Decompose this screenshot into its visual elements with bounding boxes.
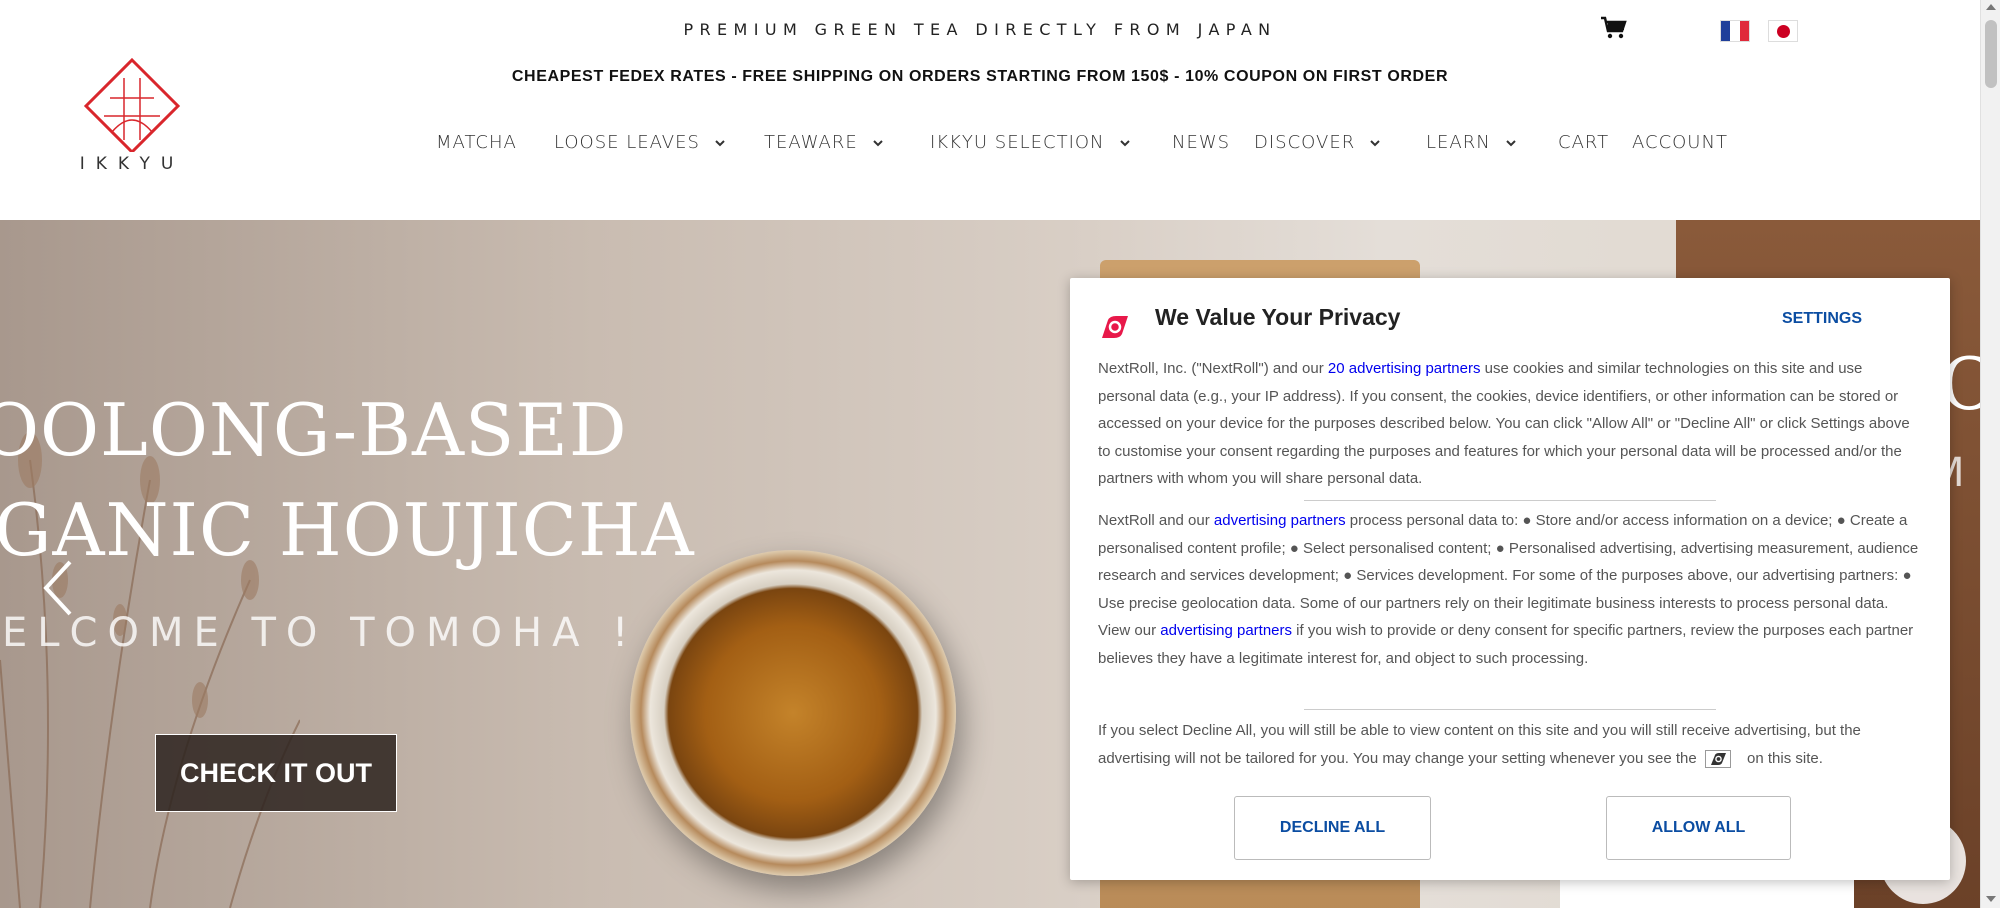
page: PREMIUM GREEN TEA DIRECTLY FROM JAPAN CH… <box>0 0 2000 908</box>
nav-item-teaware[interactable]: TEAWARE <box>764 132 884 153</box>
nav-item-loose-leaves[interactable]: LOOSE LEAVES <box>554 132 726 153</box>
shipping-promo-banner: CHEAPEST FEDEX RATES - FREE SHIPPING ON … <box>511 68 1449 85</box>
cart-icon[interactable] <box>1600 16 1628 40</box>
flag-france-icon[interactable] <box>1720 20 1750 42</box>
chevron-down-icon <box>1370 139 1380 146</box>
page-scrollbar[interactable] <box>1980 0 2000 908</box>
scroll-down-icon[interactable] <box>1986 896 1996 902</box>
hero-headline-line1: OOLONG-BASED <box>0 388 628 472</box>
divider <box>1304 500 1716 501</box>
nav-item-discover[interactable]: DISCOVER <box>1254 132 1381 153</box>
text-fragment: use cookies and similar technologies on … <box>1098 360 1910 487</box>
ikkyu-logo[interactable]: IKKYU <box>72 56 192 176</box>
nav-item-label: MATCHA <box>436 132 517 153</box>
nav-item-cart[interactable]: CART <box>1558 132 1609 153</box>
header-tagline: PREMIUM GREEN TEA DIRECTLY FROM JAPAN <box>683 20 1277 39</box>
nav-item-news[interactable]: NEWS <box>1172 132 1230 153</box>
scroll-up-icon[interactable] <box>1986 4 1996 10</box>
nav-item-account[interactable]: ACCOUNT <box>1632 132 1728 153</box>
consent-paragraph-intro: NextRoll, Inc. ("NextRoll") and our 20 a… <box>1098 355 1924 493</box>
advertising-partners-count-link[interactable]: 20 advertising partners <box>1328 360 1481 377</box>
text-fragment: on this site. <box>1742 749 1823 767</box>
nav-item-matcha[interactable]: MATCHA <box>436 132 517 153</box>
chevron-down-icon <box>715 139 725 146</box>
decline-all-button[interactable]: DECLINE ALL <box>1234 796 1431 860</box>
advertising-partners-link[interactable]: advertising partners <box>1214 512 1346 529</box>
nav-item-ikkyu-selection[interactable]: IKKYU SELECTION <box>930 132 1131 153</box>
hero-subheadline: ELCOME TO TOMOHA ! <box>2 610 639 656</box>
divider <box>1304 709 1716 710</box>
scrollbar-thumb[interactable] <box>1985 20 1997 88</box>
logo-text: IKKYU <box>79 154 185 174</box>
text-fragment: NextRoll and our <box>1098 512 1214 529</box>
nav-item-label: DISCOVER <box>1254 132 1356 153</box>
privacy-consent-dialog: We Value Your Privacy SETTINGS NextRoll,… <box>1070 278 1950 880</box>
nav-item-label: CART <box>1558 132 1610 153</box>
consent-paragraph-purposes: NextRoll and our advertising partners pr… <box>1098 507 1924 672</box>
nav-item-label: LEARN <box>1426 132 1491 153</box>
site-header: PREMIUM GREEN TEA DIRECTLY FROM JAPAN CH… <box>0 0 1980 220</box>
chevron-down-icon <box>873 139 883 146</box>
settings-button[interactable]: SETTINGS <box>1782 310 1862 328</box>
advertising-partners-link-2[interactable]: advertising partners <box>1160 622 1292 639</box>
chevron-down-icon <box>1505 139 1516 146</box>
chevron-down-icon <box>1119 139 1130 146</box>
ikkyu-logo-mark-icon <box>83 57 181 152</box>
nav-item-label: LOOSE LEAVES <box>554 132 700 153</box>
nav-item-label: IKKYU SELECTION <box>930 132 1105 153</box>
check-it-out-button[interactable]: CHECK IT OUT <box>155 734 397 812</box>
nav-item-label: TEAWARE <box>764 132 858 153</box>
consent-paragraph-decline-info: If you select Decline All, you will stil… <box>1098 717 1924 772</box>
text-fragment: NextRoll, Inc. ("NextRoll") and our <box>1098 360 1328 377</box>
slider-prev-icon[interactable] <box>40 558 76 618</box>
dialog-title: We Value Your Privacy <box>1155 304 1401 330</box>
nextroll-inline-icon[interactable] <box>1704 749 1731 768</box>
nav-item-label: NEWS <box>1172 132 1231 153</box>
flag-japan-icon[interactable] <box>1768 20 1798 42</box>
hero-headline-line2: GANIC HOUJICHA <box>0 488 695 572</box>
tea-bowl-image <box>630 550 956 876</box>
allow-all-button[interactable]: ALLOW ALL <box>1606 796 1791 860</box>
nav-item-label: ACCOUNT <box>1632 132 1728 153</box>
nav-item-learn[interactable]: LEARN <box>1426 132 1517 153</box>
nextroll-logo-icon <box>1102 316 1128 338</box>
text-fragment: process personal data to: ● Store and/or… <box>1098 512 1919 639</box>
